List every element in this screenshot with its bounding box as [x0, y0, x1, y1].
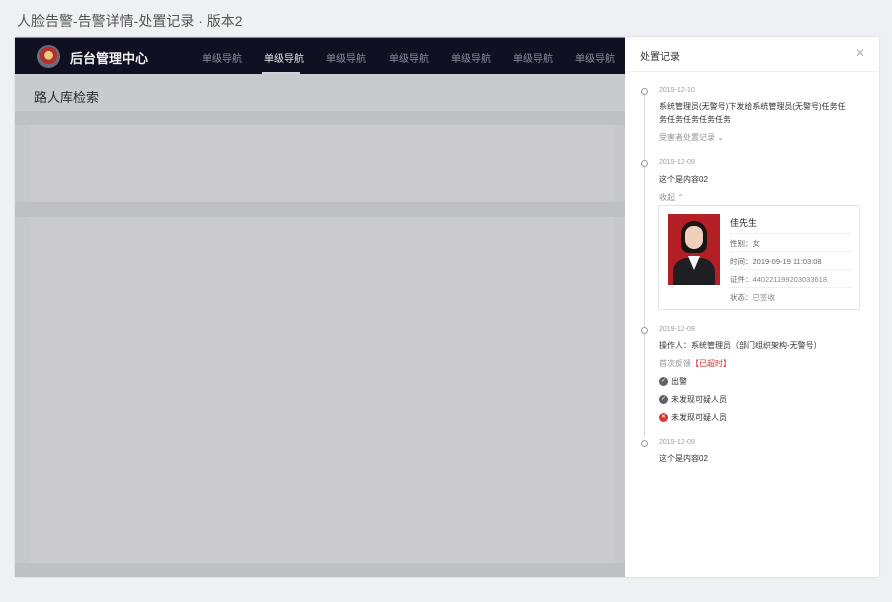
- collapse-toggle[interactable]: 收起 ⌃: [659, 192, 684, 203]
- person-name: 佳先生: [730, 218, 758, 228]
- drawer-title: 处置记录: [640, 52, 680, 63]
- check-circle-icon: ✓: [659, 395, 668, 405]
- app-background: 后台管理中心 单级导航 单级导航 单级导航 单级导航 单级导航 单级导航 单级导…: [15, 37, 625, 577]
- top-navbar: 后台管理中心 单级导航 单级导航 单级导航 单级导航 单级导航 单级导航 单级导…: [15, 37, 625, 75]
- victim-record-toggle[interactable]: 受害者处置记录 ⌄: [659, 132, 724, 143]
- entry-date: 2019-12-09: [659, 326, 695, 333]
- search-card: [30, 125, 615, 202]
- nav-item-5[interactable]: 单级导航: [451, 50, 491, 65]
- nav-item-2-active[interactable]: 单级导航: [264, 50, 304, 65]
- timeline-dot: [641, 440, 648, 447]
- status-item: ✓ 未发现可疑人员: [659, 394, 727, 405]
- status-item: ✓ 出警: [659, 376, 687, 387]
- nav-item-6[interactable]: 单级导航: [513, 50, 553, 65]
- timeline-line: [644, 167, 645, 328]
- status-item: ✕ 未发现可疑人员: [659, 412, 727, 423]
- cross-circle-icon: ✕: [659, 413, 668, 423]
- person-state-value: 已签收: [752, 293, 776, 302]
- entry-text: 这个是内容02: [659, 454, 708, 463]
- nav-item-3[interactable]: 单级导航: [326, 50, 366, 65]
- check-circle-icon: ✓: [659, 377, 668, 387]
- divider-band: [15, 202, 625, 217]
- entry-text: 这个是内容02: [659, 175, 708, 184]
- timeline-dot: [641, 88, 648, 95]
- person-id: 证件：440221199203033618: [730, 269, 851, 285]
- entry-text: 系统管理员(无警号)下发给系统管理员(无警号)任务任: [659, 102, 846, 111]
- person-gender: 性别：女: [730, 233, 851, 249]
- person-photo: [668, 214, 720, 285]
- disposal-record-drawer: 处置记录 ✕ 2019-12-10 系统管理员(无警号)下发给系统管理员(无警号…: [625, 37, 879, 577]
- timeline-dot: [641, 160, 648, 167]
- person-info-card: 佳先生 性别：女 时间：2019-09-19 11:03:08 证件：44022…: [658, 205, 860, 310]
- entry-date: 2019-12-10: [659, 87, 695, 94]
- subheader: 路人库检索: [15, 74, 625, 111]
- close-icon[interactable]: ✕: [855, 46, 865, 60]
- person-state-label: 状态：: [730, 293, 753, 302]
- divider-band: [15, 111, 625, 125]
- timeline-dot: [641, 327, 648, 334]
- entry-date: 2019-12-09: [659, 439, 695, 446]
- timeline-line: [644, 334, 645, 437]
- police-badge-logo-icon: [37, 45, 60, 68]
- nav-item-7[interactable]: 单级导航: [575, 50, 615, 65]
- person-id-label: 证件：: [730, 275, 753, 284]
- person-id-value: 440221199203033618: [752, 275, 828, 284]
- results-card: [30, 217, 615, 563]
- feedback-label: 首次反馈: [659, 359, 691, 368]
- page-title: 人脸告警-告警详情-处置记录 · 版本2: [17, 13, 243, 29]
- divider-band: [15, 563, 625, 577]
- window-frame: 后台管理中心 单级导航 单级导航 单级导航 单级导航 单级导航 单级导航 单级导…: [15, 37, 879, 577]
- drawer-header: 处置记录 ✕: [625, 37, 879, 72]
- person-time: 时间：2019-09-19 11:03:08: [730, 251, 851, 267]
- status-label: 未发现可疑人员: [671, 413, 727, 422]
- first-feedback: 首次反馈【已超时】: [659, 357, 731, 370]
- status-label: 未发现可疑人员: [671, 395, 727, 404]
- brand-title: 后台管理中心: [70, 51, 149, 66]
- status-label: 出警: [671, 377, 687, 386]
- timeline-line: [644, 95, 645, 161]
- operator-text: 操作人：系统管理员（部门组织架构-无警号）: [659, 341, 822, 350]
- person-state: 状态：已签收: [730, 287, 851, 303]
- entry-text: 务任务任务任务任务: [659, 115, 731, 124]
- nav-item-1[interactable]: 单级导航: [202, 50, 242, 65]
- entry-date: 2019-12-09: [659, 159, 695, 166]
- subheader-title: 路人库检索: [34, 90, 100, 105]
- nav-item-4[interactable]: 单级导航: [389, 50, 429, 65]
- timeout-tag: 【已超时】: [691, 359, 731, 368]
